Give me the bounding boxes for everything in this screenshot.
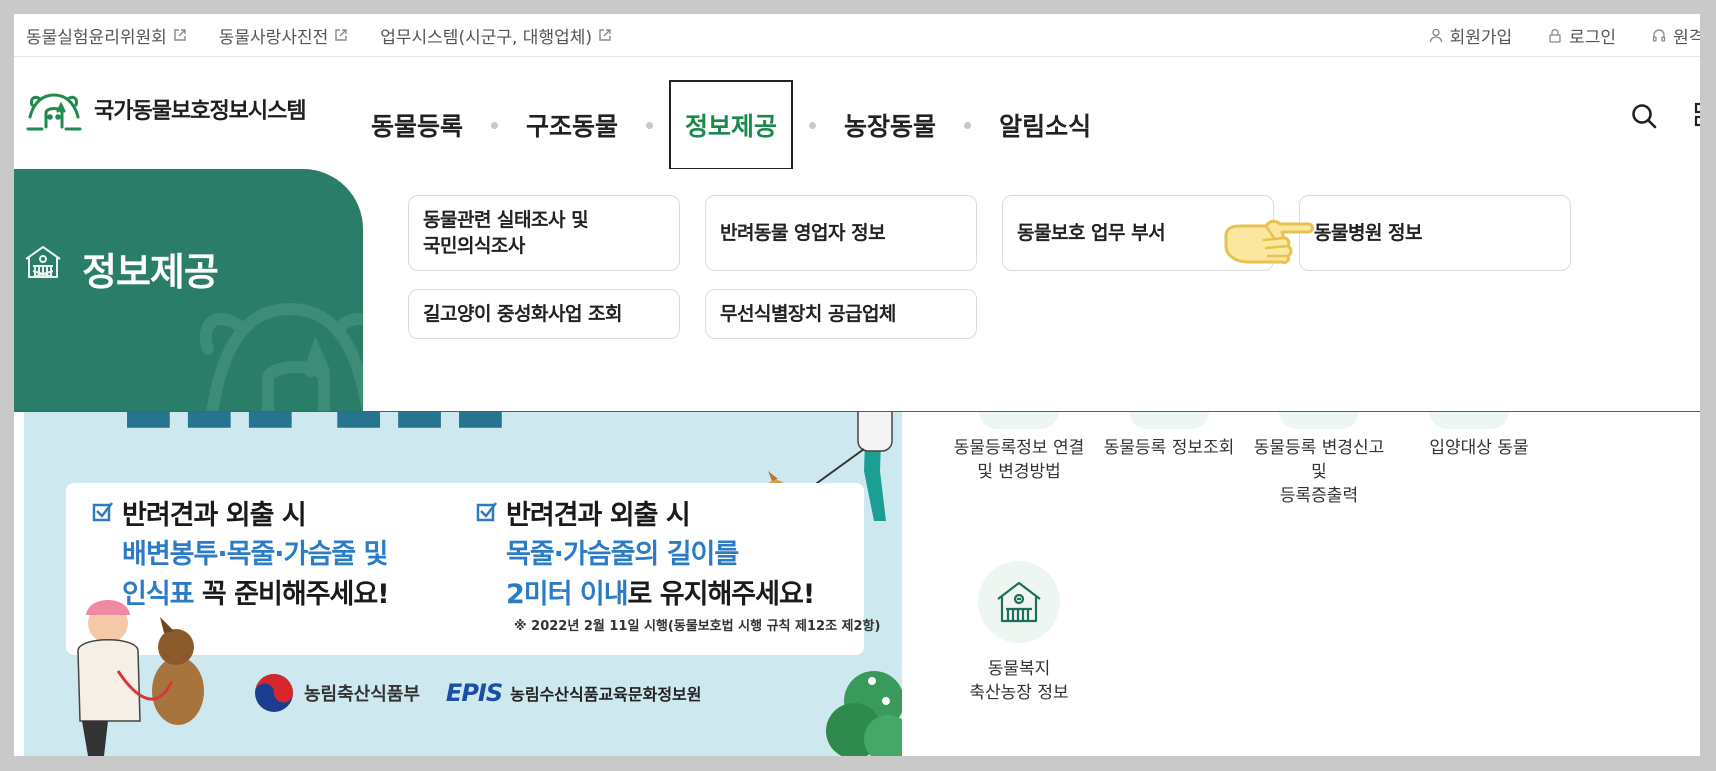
quick-icon-cropped (1429, 411, 1509, 429)
dropdown-item-label: 동물관련 실태조사 및 (423, 209, 589, 231)
quick-item-welfare-farm[interactable]: 동물복지 축산농장 정보 (944, 561, 1094, 705)
page-frame: 동물실험윤리위원회 동물사랑사진전 업무시스템(시군구, 대행업체) 회원가입 … (14, 14, 1700, 756)
external-link-icon (599, 29, 611, 41)
menu-animal-registration[interactable]: 동물등록 (359, 80, 475, 170)
menu-separator (491, 121, 499, 129)
quick-icon-cropped (1279, 411, 1359, 429)
banner-legal-note: ※ 2022년 2월 11일 시행(동물보호법 시행 규칙 제12조 제2항) (514, 619, 881, 634)
quick-item-label: 축산농장 정보 (969, 683, 1069, 703)
search-icon[interactable] (1630, 102, 1658, 130)
mafra-logo: 농림축산식품부 (254, 673, 420, 713)
quick-item-registration-change[interactable]: 동물등록 변경신고 및 등록증출력 (1244, 436, 1394, 508)
farm-barn-icon (997, 581, 1041, 623)
menu-separator (964, 121, 972, 129)
menu-farm-animals[interactable]: 농장동물 (832, 80, 948, 170)
dropdown-side-panel: 정보제공 (14, 169, 363, 411)
checkbox-icon (476, 502, 497, 522)
quick-item-label: 등록증출력 (1279, 486, 1359, 506)
barn-icon (25, 246, 61, 278)
epis-mark: EPIS (445, 679, 503, 707)
dropdown-item-label: 국민의식조사 (423, 235, 525, 257)
quick-item-registration-link[interactable]: 동물등록정보 연결 및 변경방법 (944, 436, 1094, 484)
dropdown-item-label: 길고양이 중성화사업 조회 (423, 303, 623, 325)
banner-column-2: 반려견과 외출 시 목줄·가슴줄의 길이를 2미터 이내로 유지해주세요! (476, 497, 816, 615)
quick-item-label: 및 (1311, 462, 1327, 482)
quick-item-label: 동물등록 정보조회 (1103, 438, 1235, 458)
dropdown-item-stray-cat-tnr[interactable]: 길고양이 중성화사업 조회 (408, 289, 680, 339)
banner-col2-line3-blue: 2미터 이내 (506, 579, 629, 610)
person-icon (1429, 28, 1442, 42)
util-link-label: 동물사랑사진전 (218, 27, 329, 48)
dropdown-item-label: 동물병원 정보 (1314, 222, 1423, 244)
logo-text: 국가동물보호정보시스템 (94, 99, 307, 124)
checkbox-icon (92, 502, 113, 522)
girl-with-dog-illustration (77, 600, 204, 756)
banner-title-cropped: ▬▬▬ ▬▬▬ (122, 411, 515, 446)
dropdown-item-label: 동물보호 업무 부서 (1017, 222, 1166, 244)
menu-notices[interactable]: 알림소식 (987, 80, 1103, 170)
menu-rescued-animals[interactable]: 구조동물 (514, 80, 630, 170)
login-label: 로그인 (1569, 27, 1617, 48)
dropdown-item-vet-hospital[interactable]: 동물병원 정보 (1299, 195, 1571, 271)
global-navigation: 국가동물보호정보시스템 동물등록 구조동물 정보제공 농장동물 알림소식 (14, 57, 1700, 170)
quick-item-label: 및 변경방법 (977, 462, 1061, 482)
epis-logo: EPIS 농림수산식품교육문화정보원 (446, 679, 702, 707)
mafra-name: 농림축산식품부 (304, 684, 420, 705)
headset-icon (1652, 28, 1666, 42)
banner-col1-line2: 배변봉투·목줄·가슴줄 및 (122, 539, 388, 570)
signup-link[interactable]: 회원가입 (1429, 23, 1513, 48)
banner-org-logos: 농림축산식품부 EPIS 농림수산식품교육문화정보원 (254, 673, 702, 713)
quick-icon-cropped (1129, 411, 1209, 429)
quick-item-label: 동물등록 변경신고 (1253, 438, 1385, 458)
mega-dropdown: 정보제공 동물관련 실태조사 및 국민의식조사 반려동물 영업자 정보 동물보호… (14, 169, 1700, 412)
login-link[interactable]: 로그인 (1548, 23, 1616, 48)
utility-links: 동물실험윤리위원회 동물사랑사진전 업무시스템(시군구, 대행업체) (26, 14, 612, 56)
util-link-photo-contest[interactable]: 동물사랑사진전 (219, 23, 348, 48)
quick-item-adoptable-animals[interactable]: 입양대상 동물 (1404, 436, 1554, 460)
campaign-banner[interactable]: ▬▬▬ ▬▬▬ 반려견과 외출 시 배변봉투·목줄·가슴줄 및 인식표 꼭 준비… (24, 411, 902, 756)
dropdown-item-label: 무선식별장치 공급업체 (720, 303, 896, 325)
logo-dog-cat-icon (26, 93, 82, 131)
external-link-icon (174, 29, 186, 41)
menu-information[interactable]: 정보제공 (669, 80, 794, 170)
taegeuk-logo-icon (255, 674, 293, 712)
site-logo[interactable]: 국가동물보호정보시스템 (24, 87, 307, 131)
util-link-work-system[interactable]: 업무시스템(시군구, 대행업체) (380, 23, 612, 48)
signup-label: 회원가입 (1449, 27, 1513, 48)
bush-decoration (826, 671, 902, 756)
menu-separator (809, 121, 817, 129)
dropdown-item-survey[interactable]: 동물관련 실태조사 및 국민의식조사 (408, 195, 680, 271)
dropdown-item-rfid-supplier[interactable]: 무선식별장치 공급업체 (705, 289, 977, 339)
epis-name: 농림수산식품교육문화정보원 (510, 685, 702, 704)
dropdown-item-pet-business[interactable]: 반려동물 영업자 정보 (705, 195, 977, 271)
remote-support-label: 원격지 (1673, 27, 1700, 48)
banner-col2-line3-dark: 로 유지해주세요! (627, 579, 816, 610)
util-link-label: 동물실험윤리위원회 (26, 27, 167, 48)
utility-bar: 동물실험윤리위원회 동물사랑사진전 업무시스템(시군구, 대행업체) 회원가입 … (14, 14, 1700, 57)
quick-item-label: 입양대상 동물 (1429, 438, 1529, 458)
lock-icon (1549, 28, 1561, 43)
banner-col1-head: 반려견과 외출 시 (122, 500, 307, 531)
mascot-decoration-icon (199, 302, 363, 411)
remote-support-link[interactable]: 원격지 (1652, 23, 1700, 48)
all-menu-icon[interactable] (1694, 102, 1700, 128)
banner-col2-head: 반려견과 외출 시 (506, 500, 691, 531)
utility-right: 회원가입 로그인 원격지 (1429, 14, 1700, 56)
quick-icon-circle (978, 561, 1060, 643)
main-menu: 동물등록 구조동물 정보제공 농장동물 알림소식 (359, 80, 1103, 170)
pointing-hand-cursor-icon (1224, 219, 1314, 264)
util-link-label: 업무시스템(시군구, 대행업체) (380, 27, 593, 48)
banner-col1-line3-dark: 꼭 준비해주세요! (193, 579, 390, 610)
quick-menu: 동물등록정보 연결 및 변경방법 동물등록 정보조회 동물등록 변경신고 및 등… (934, 411, 1700, 756)
quick-icon-cropped (979, 411, 1059, 429)
quick-item-label: 동물등록정보 연결 (953, 438, 1085, 458)
dropdown-item-label: 반려동물 영업자 정보 (720, 222, 886, 244)
banner-col2-line2: 목줄·가슴줄의 길이를 (506, 539, 739, 570)
external-link-icon (335, 29, 347, 41)
util-link-ethics-committee[interactable]: 동물실험윤리위원회 (26, 23, 187, 48)
quick-item-label: 동물복지 (987, 659, 1051, 679)
menu-separator (646, 121, 654, 129)
quick-item-registration-lookup[interactable]: 동물등록 정보조회 (1094, 436, 1244, 460)
